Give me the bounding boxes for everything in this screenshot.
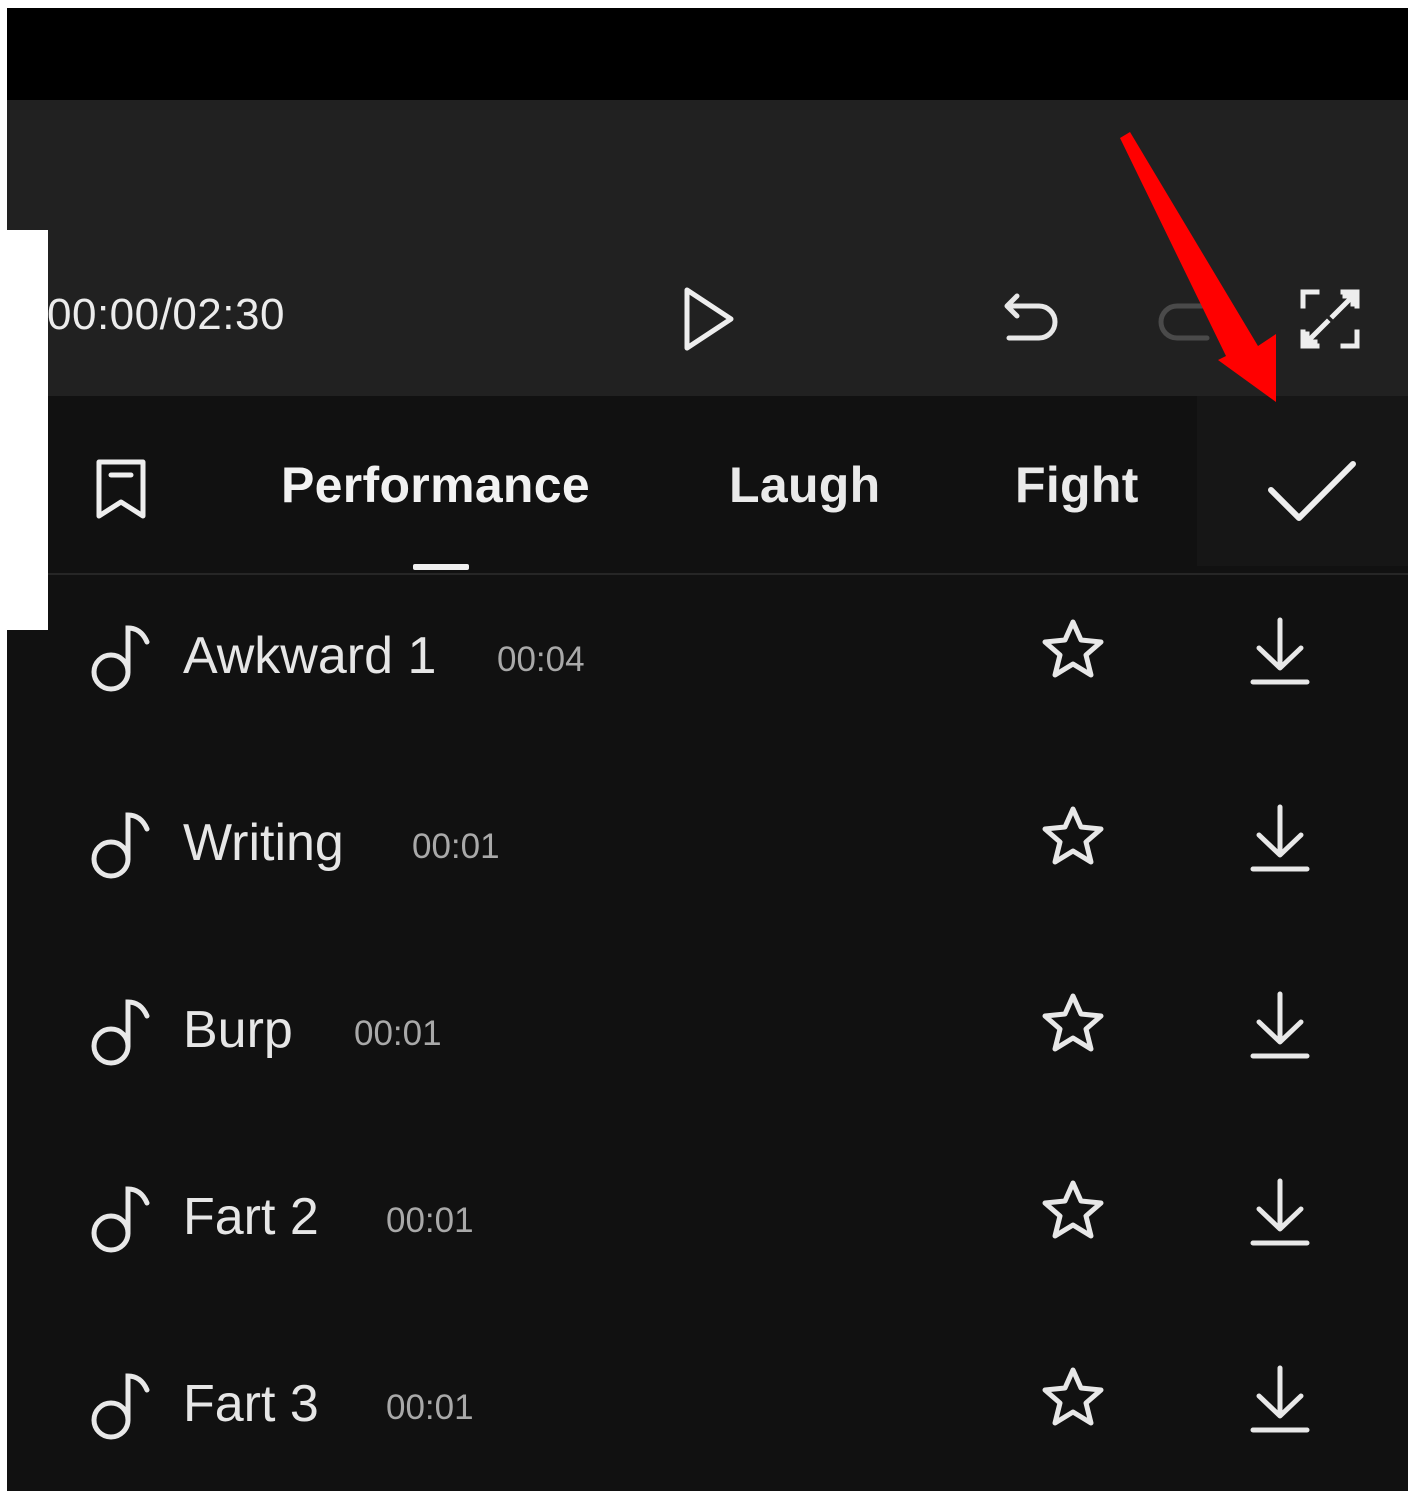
- tab-divider: [47, 573, 1408, 575]
- sound-row[interactable]: Fart 2 00:01: [7, 1139, 1408, 1325]
- sound-duration: 00:01: [354, 1014, 442, 1053]
- favorite-button[interactable]: [1041, 1179, 1105, 1246]
- tab-fight[interactable]: Fight: [1015, 456, 1139, 514]
- music-note-icon: [89, 620, 155, 699]
- sound-duration: 00:01: [386, 1201, 474, 1240]
- video-preview: [7, 8, 1408, 100]
- music-note-icon: [89, 807, 155, 886]
- sound-name: Writing: [183, 814, 344, 872]
- favorite-button[interactable]: [1041, 1366, 1105, 1433]
- sound-duration: 00:04: [497, 640, 585, 679]
- star-icon: [1042, 1367, 1104, 1426]
- download-icon: [1250, 991, 1310, 1059]
- active-tab-indicator: [413, 564, 469, 570]
- download-icon: [1250, 1365, 1310, 1433]
- sound-row[interactable]: Fart 3 00:01: [7, 1326, 1408, 1491]
- sound-name: Fart 2: [183, 1188, 319, 1246]
- undo-icon: [1004, 293, 1058, 341]
- app-frame: 00:00/02:30 Performance Laugh Fight Awkw…: [7, 8, 1408, 1491]
- sound-name: Awkward 1: [183, 627, 437, 685]
- fullscreen-icon: [1300, 289, 1360, 349]
- favorite-button[interactable]: [1041, 992, 1105, 1059]
- download-button[interactable]: [1249, 803, 1311, 880]
- undo-button[interactable]: [999, 286, 1065, 352]
- star-icon: [1042, 619, 1104, 678]
- checkmark-icon: [1268, 461, 1356, 521]
- download-icon: [1250, 617, 1310, 685]
- sound-row[interactable]: Burp 00:01: [7, 952, 1408, 1138]
- white-overlay-block: [7, 230, 48, 630]
- category-tab-bar: Performance Laugh Fight: [7, 396, 1408, 575]
- download-button[interactable]: [1249, 990, 1311, 1067]
- player-controls-bar: 00:00/02:30: [7, 100, 1408, 396]
- download-icon: [1250, 804, 1310, 872]
- fullscreen-button[interactable]: [1297, 286, 1363, 352]
- sound-name: Burp: [183, 1001, 293, 1059]
- sound-duration: 00:01: [412, 827, 500, 866]
- music-note-icon: [89, 1368, 155, 1447]
- confirm-button[interactable]: [1197, 396, 1408, 566]
- star-icon: [1042, 1180, 1104, 1239]
- download-button[interactable]: [1249, 1364, 1311, 1441]
- favorites-tab[interactable]: [95, 458, 147, 520]
- favorite-button[interactable]: [1041, 805, 1105, 872]
- sound-effects-panel: Performance Laugh Fight Awkward 1 00:04: [7, 396, 1408, 1491]
- bookmark-icon: [96, 459, 146, 519]
- music-note-icon: [89, 1181, 155, 1260]
- sound-duration: 00:01: [386, 1388, 474, 1427]
- download-button[interactable]: [1249, 1177, 1311, 1254]
- sound-row[interactable]: Awkward 1 00:04: [7, 578, 1408, 764]
- redo-icon: [1158, 303, 1210, 341]
- download-icon: [1250, 1178, 1310, 1246]
- playback-time: 00:00/02:30: [47, 290, 285, 339]
- star-icon: [1042, 806, 1104, 865]
- star-icon: [1042, 993, 1104, 1052]
- music-note-icon: [89, 994, 155, 1073]
- favorite-button[interactable]: [1041, 618, 1105, 685]
- sound-name: Fart 3: [183, 1375, 319, 1433]
- play-button[interactable]: [679, 284, 739, 354]
- tab-performance[interactable]: Performance: [281, 456, 590, 514]
- redo-button[interactable]: [1151, 286, 1217, 352]
- sound-row[interactable]: Writing 00:01: [7, 765, 1408, 951]
- download-button[interactable]: [1249, 616, 1311, 693]
- tab-laugh[interactable]: Laugh: [729, 456, 880, 514]
- play-icon: [684, 287, 734, 351]
